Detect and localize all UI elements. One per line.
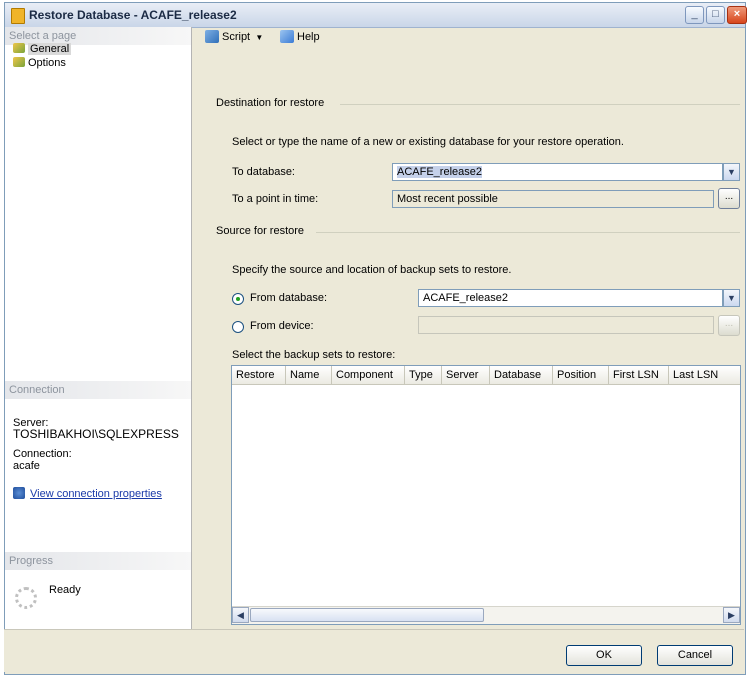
connection-label: Connection:: [13, 448, 72, 460]
script-button[interactable]: Script ▼: [205, 30, 263, 43]
scrollbar-thumb[interactable]: [250, 608, 484, 622]
backup-sets-label: Select the backup sets to restore:: [232, 349, 396, 361]
view-connection-properties-label: View connection properties: [30, 488, 162, 500]
from-database-value: ACAFE_release2: [423, 292, 508, 304]
col-database[interactable]: Database: [490, 366, 553, 384]
scroll-right-icon[interactable]: ▶: [723, 607, 740, 623]
point-in-time-browse-button[interactable]: ...: [718, 188, 740, 209]
point-in-time-field: Most recent possible: [392, 190, 714, 208]
scroll-left-icon[interactable]: ◀: [232, 607, 249, 623]
point-in-time-value: Most recent possible: [397, 193, 498, 205]
backup-sets-header-row: Restore Name Component Type Server Datab…: [232, 366, 740, 385]
destination-header: Destination for restore: [216, 97, 325, 109]
maximize-button[interactable]: □: [706, 6, 725, 24]
help-button[interactable]: Help: [280, 30, 320, 43]
database-app-icon: [11, 8, 25, 24]
to-database-dropdown-icon[interactable]: ▼: [723, 163, 740, 181]
destination-divider: [340, 104, 740, 105]
server-value: TOSHIBAKHOI\SQLEXPRESS: [13, 427, 179, 441]
backup-sets-grid[interactable]: Restore Name Component Type Server Datab…: [231, 365, 741, 625]
script-label: Script: [222, 31, 251, 43]
col-first-lsn[interactable]: First LSN: [609, 366, 669, 384]
close-button[interactable]: ×: [727, 6, 747, 24]
from-database-label: From database:: [250, 292, 328, 304]
from-database-combo[interactable]: ACAFE_release2: [418, 289, 723, 307]
from-device-field: [418, 316, 714, 334]
connection-properties-icon: [13, 487, 25, 499]
to-database-value: ACAFE_release2: [397, 166, 482, 178]
col-last-lsn[interactable]: Last LSN: [669, 366, 740, 384]
page-icon: [13, 57, 25, 67]
connection-header: Connection: [5, 381, 191, 399]
col-type[interactable]: Type: [405, 366, 442, 384]
ok-button[interactable]: OK: [566, 645, 642, 666]
help-icon: [280, 30, 294, 43]
view-connection-properties-link[interactable]: View connection properties: [13, 487, 162, 500]
from-device-radio[interactable]: [232, 321, 244, 333]
to-database-combo[interactable]: ACAFE_release2: [392, 163, 723, 181]
from-database-dropdown-icon[interactable]: ▼: [723, 289, 740, 307]
help-label: Help: [297, 31, 320, 43]
source-divider: [316, 232, 740, 233]
page-general[interactable]: General: [13, 43, 72, 56]
to-database-label: To database:: [232, 166, 295, 178]
title-bar[interactable]: Restore Database - ACAFE_release2 _ □ ×: [5, 3, 747, 28]
col-position[interactable]: Position: [553, 366, 609, 384]
col-component[interactable]: Component: [332, 366, 405, 384]
from-database-radio[interactable]: [232, 293, 244, 305]
minimize-button[interactable]: _: [685, 6, 704, 24]
progress-spinner-icon: [15, 587, 37, 609]
cancel-button[interactable]: Cancel: [657, 645, 733, 666]
progress-status: Ready: [49, 584, 81, 596]
page-general-label: General: [28, 43, 72, 55]
page-icon: [13, 43, 25, 53]
source-instructions: Specify the source and location of backu…: [232, 264, 512, 276]
grid-horizontal-scrollbar[interactable]: ◀ ▶: [232, 606, 740, 624]
point-in-time-label: To a point in time:: [232, 193, 319, 205]
col-restore[interactable]: Restore: [232, 366, 286, 384]
page-options[interactable]: Options: [13, 57, 66, 70]
page-options-label: Options: [28, 57, 66, 69]
destination-instructions: Select or type the name of a new or exis…: [232, 136, 624, 148]
from-device-browse-button: ...: [718, 315, 740, 336]
connection-value: acafe: [13, 460, 40, 472]
window-title: Restore Database - ACAFE_release2: [29, 8, 237, 22]
chevron-down-icon: ▼: [253, 33, 264, 42]
left-pane: Select a page General Options Connection…: [5, 27, 192, 632]
bottom-bar: OK Cancel: [4, 629, 744, 672]
script-icon: [205, 30, 219, 43]
source-header: Source for restore: [216, 225, 305, 237]
from-device-label: From device:: [250, 320, 314, 332]
progress-header: Progress: [5, 552, 191, 570]
col-name[interactable]: Name: [286, 366, 332, 384]
col-server[interactable]: Server: [442, 366, 490, 384]
